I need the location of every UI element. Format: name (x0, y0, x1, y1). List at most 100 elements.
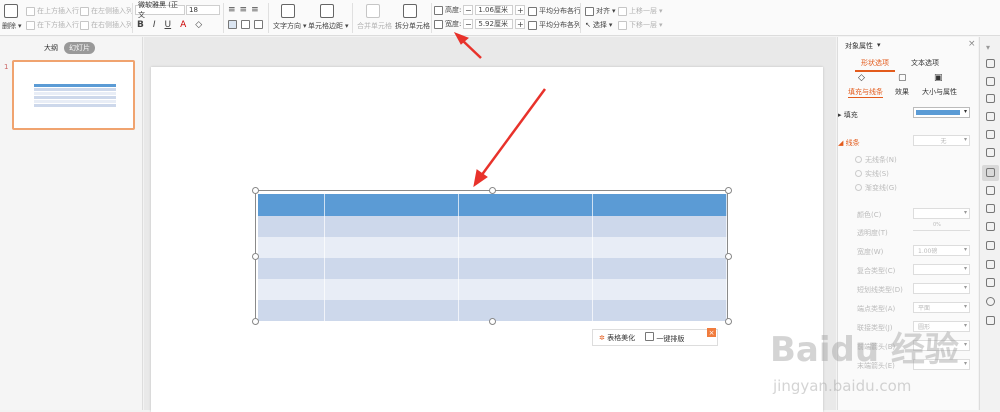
font-color-icon[interactable]: A (180, 20, 186, 30)
font-size-select[interactable]: 18 (186, 5, 220, 15)
cap-type-dropdown[interactable]: 平面 (913, 302, 970, 313)
table-tools-close-button[interactable]: × (707, 328, 716, 337)
insert-col-left-button[interactable]: 在左侧插入列 (80, 6, 133, 16)
table-beautify-button[interactable]: ✲ 表格美化 (599, 333, 635, 343)
line-type-dropdown[interactable]: 无 (913, 135, 970, 146)
transparency-slider[interactable] (913, 230, 970, 231)
table-cell[interactable] (258, 216, 326, 237)
line-section[interactable]: ◢ 线条 (838, 138, 860, 148)
table-cell[interactable] (458, 237, 594, 258)
resize-handle[interactable] (725, 318, 732, 325)
resize-handle[interactable] (489, 318, 496, 325)
table-cell[interactable] (592, 216, 727, 237)
grid-icon[interactable] (986, 130, 995, 139)
magic-icon[interactable] (986, 59, 995, 68)
table-cell[interactable] (258, 237, 326, 258)
transition-icon[interactable] (986, 204, 995, 213)
chart-icon[interactable] (986, 148, 995, 157)
compound-type-dropdown[interactable] (913, 264, 970, 275)
table-cell[interactable] (592, 279, 727, 300)
table-cell[interactable] (458, 258, 594, 279)
bring-forward-button[interactable]: 上移一层 ▾ (618, 6, 663, 16)
table-cell[interactable] (324, 194, 460, 216)
width-decrease-button[interactable]: − (463, 19, 474, 29)
tab-outline[interactable]: 大纲 (44, 43, 58, 53)
help-icon[interactable] (986, 297, 995, 306)
table-cell[interactable] (324, 300, 460, 321)
table-cell[interactable] (458, 194, 594, 216)
underline-icon[interactable]: U (165, 20, 172, 30)
insert-row-below-button[interactable]: 在下方插入行 (26, 20, 79, 30)
select-button[interactable]: ↖ 选择 ▾ (585, 20, 612, 30)
dash-type-dropdown[interactable] (913, 283, 970, 294)
brush-icon[interactable] (986, 112, 995, 121)
fill-section[interactable]: ▸ 填充 (838, 110, 858, 120)
gradient-line-radio[interactable]: 渐变线(G) (855, 183, 897, 193)
one-click-layout-button[interactable]: 一键排版 (645, 331, 684, 344)
line-width-input[interactable]: 1.00磅 (913, 245, 970, 256)
video-icon[interactable] (986, 278, 995, 287)
table-selection[interactable] (252, 187, 732, 325)
tab-shape-options[interactable]: 形状选项 (855, 56, 895, 72)
table-cell[interactable] (324, 237, 460, 258)
table-cell[interactable] (458, 300, 594, 321)
table-cell[interactable] (324, 258, 460, 279)
resize-handle[interactable] (252, 187, 259, 194)
line-color-dropdown[interactable] (913, 208, 970, 219)
tab-slides[interactable]: 幻灯片 (64, 42, 95, 54)
valign-middle-icon[interactable] (241, 20, 250, 29)
delete-button[interactable]: 删除 ▾ (2, 21, 22, 31)
cell-margin-icon[interactable] (320, 4, 334, 18)
resize-handle[interactable] (252, 318, 259, 325)
valign-top-icon[interactable] (228, 20, 237, 29)
table[interactable] (258, 194, 727, 321)
table-cell[interactable] (592, 194, 727, 216)
send-backward-button[interactable]: 下移一层 ▾ (618, 20, 663, 30)
subtab-effect[interactable]: 效果 (895, 87, 909, 97)
solid-line-radio[interactable]: 实线(S) (855, 169, 889, 179)
properties-icon[interactable] (986, 168, 995, 177)
distribute-cols-button[interactable]: 平均分布各列 (528, 20, 581, 30)
subtab-fill-line[interactable]: 填充与线条 (848, 87, 883, 98)
table-cell[interactable] (592, 258, 727, 279)
subtab-size[interactable]: 大小与属性 (922, 87, 957, 97)
table-cell[interactable] (324, 279, 460, 300)
shapes-icon[interactable] (986, 94, 995, 103)
text-direction-button[interactable]: 文字方向 ▾ (273, 21, 307, 31)
fill-line-icon[interactable]: ◇ (858, 73, 865, 83)
settings-icon[interactable] (986, 316, 995, 325)
valign-bottom-icon[interactable] (254, 20, 263, 29)
split-cells-icon[interactable] (403, 4, 417, 18)
height-decrease-button[interactable]: − (463, 5, 474, 15)
insert-col-right-button[interactable]: 在右侧插入列 (80, 20, 133, 30)
size-property-icon[interactable]: ▣ (934, 73, 943, 83)
slide-thumbnail[interactable] (12, 60, 135, 130)
image-icon[interactable] (986, 241, 995, 250)
width-input[interactable]: 5.92厘米 (475, 19, 514, 29)
height-increase-button[interactable]: + (515, 5, 526, 15)
table-cell[interactable] (592, 237, 727, 258)
distribute-rows-button[interactable]: 平均分布各行 (528, 6, 581, 16)
template-icon[interactable] (986, 222, 995, 231)
panel-close-button[interactable]: × (968, 39, 976, 49)
tab-text-options[interactable]: 文本选项 (905, 56, 945, 70)
table-cell[interactable] (258, 300, 326, 321)
bold-icon[interactable]: B (137, 20, 144, 30)
clear-format-icon[interactable]: ◇ (195, 20, 202, 30)
italic-icon[interactable]: I (153, 20, 156, 30)
merge-cells-button[interactable]: 合并单元格 (357, 21, 392, 31)
height-input[interactable]: 1.06厘米 (475, 5, 514, 15)
cell-margin-button[interactable]: 单元格边距 ▾ (308, 21, 349, 31)
resize-handle[interactable] (252, 253, 259, 260)
table-cell[interactable] (592, 300, 727, 321)
panel-menu-icon[interactable]: ▾ (877, 41, 881, 49)
table-cell[interactable] (458, 216, 594, 237)
table-cell[interactable] (258, 194, 326, 216)
text-direction-icon[interactable] (281, 4, 295, 18)
table-cell[interactable] (258, 258, 326, 279)
align-right-icon[interactable]: ≡ (251, 5, 259, 15)
align-left-icon[interactable]: ≡ (228, 5, 236, 15)
fill-color-dropdown[interactable]: ▾ (913, 107, 970, 118)
delete-table-icon[interactable] (4, 4, 18, 18)
font-name-select[interactable]: 微软雅黑 (正文 (135, 1, 185, 19)
